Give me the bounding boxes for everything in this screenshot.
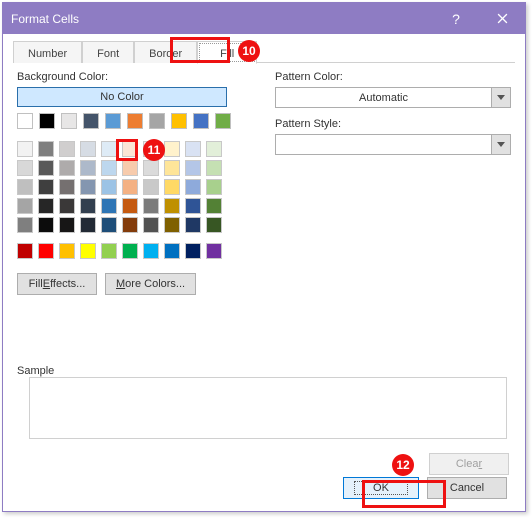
color-swatch[interactable] — [164, 198, 180, 214]
color-swatch[interactable] — [185, 217, 201, 233]
pattern-style-label: Pattern Style: — [275, 118, 511, 130]
titlebar: Format Cells ? — [3, 3, 525, 34]
color-swatch[interactable] — [164, 243, 180, 259]
color-swatch[interactable] — [206, 141, 222, 157]
color-swatch[interactable] — [206, 217, 222, 233]
color-swatch[interactable] — [80, 179, 96, 195]
color-swatch[interactable] — [122, 160, 138, 176]
color-swatch[interactable] — [122, 198, 138, 214]
dialog-title: Format Cells — [3, 12, 433, 26]
sample-preview — [29, 377, 507, 439]
color-swatch[interactable] — [80, 198, 96, 214]
color-swatch[interactable] — [101, 198, 117, 214]
cancel-button[interactable]: Cancel — [427, 477, 507, 499]
color-swatch[interactable] — [206, 243, 222, 259]
color-swatch[interactable] — [101, 179, 117, 195]
color-swatch[interactable] — [101, 243, 117, 259]
color-swatch[interactable] — [17, 179, 33, 195]
theme-color-grid — [17, 141, 227, 233]
color-swatch[interactable] — [122, 179, 138, 195]
no-color-button[interactable]: No Color — [17, 87, 227, 107]
sample-label: Sample — [17, 365, 54, 377]
color-swatch[interactable] — [80, 160, 96, 176]
tab-font[interactable]: Font — [82, 41, 134, 63]
color-swatch[interactable] — [185, 160, 201, 176]
color-swatch[interactable] — [149, 113, 165, 129]
color-swatch[interactable] — [17, 141, 33, 157]
color-swatch[interactable] — [101, 160, 117, 176]
color-swatch[interactable] — [38, 243, 54, 259]
pattern-style-combo[interactable] — [275, 134, 511, 155]
color-swatch[interactable] — [164, 141, 180, 157]
pattern-color-label: Pattern Color: — [275, 71, 511, 83]
tab-border[interactable]: Border — [134, 41, 197, 63]
color-swatch[interactable] — [206, 179, 222, 195]
pattern-style-dropdown[interactable] — [492, 134, 511, 155]
pattern-color-value: Automatic — [275, 87, 492, 108]
clear-button[interactable]: Clear — [429, 453, 509, 475]
ok-button[interactable]: OK — [343, 477, 419, 499]
color-swatch[interactable] — [39, 113, 55, 129]
color-swatch[interactable] — [164, 179, 180, 195]
color-swatch[interactable] — [143, 198, 159, 214]
color-swatch[interactable] — [185, 179, 201, 195]
color-swatch[interactable] — [122, 243, 138, 259]
color-swatch[interactable] — [185, 243, 201, 259]
tab-body-fill: Background Color: No Color Fill Effects.… — [3, 63, 525, 511]
color-swatch[interactable] — [127, 113, 143, 129]
close-button[interactable] — [479, 3, 525, 34]
color-swatch[interactable] — [206, 160, 222, 176]
color-swatch[interactable] — [61, 113, 77, 129]
color-swatch[interactable] — [80, 141, 96, 157]
help-button[interactable]: ? — [433, 3, 479, 34]
color-swatch[interactable] — [59, 160, 75, 176]
color-swatch[interactable] — [59, 217, 75, 233]
tab-number[interactable]: Number — [13, 41, 82, 63]
color-swatch[interactable] — [101, 217, 117, 233]
color-swatch[interactable] — [171, 113, 187, 129]
color-swatch[interactable] — [17, 113, 33, 129]
tab-fill[interactable]: Fill — [197, 41, 257, 64]
color-swatch[interactable] — [17, 243, 33, 259]
color-swatch[interactable] — [80, 217, 96, 233]
color-swatch[interactable] — [59, 198, 75, 214]
format-cells-dialog: Format Cells ? Number Font Border Fill B… — [2, 2, 526, 512]
color-swatch[interactable] — [59, 179, 75, 195]
color-swatch[interactable] — [80, 243, 96, 259]
color-swatch[interactable] — [38, 141, 54, 157]
color-swatch[interactable] — [17, 160, 33, 176]
color-swatch[interactable] — [38, 217, 54, 233]
pattern-style-value — [275, 134, 492, 155]
color-swatch[interactable] — [38, 179, 54, 195]
color-swatch[interactable] — [164, 217, 180, 233]
fill-effects-button[interactable]: Fill Effects... — [17, 273, 97, 295]
more-colors-button[interactable]: More Colors... — [105, 273, 196, 295]
color-swatch[interactable] — [105, 113, 121, 129]
color-swatch[interactable] — [206, 198, 222, 214]
color-swatch[interactable] — [83, 113, 99, 129]
pattern-color-dropdown[interactable] — [492, 87, 511, 108]
color-swatch[interactable] — [143, 243, 159, 259]
color-swatch[interactable] — [17, 198, 33, 214]
standard-color-row — [17, 243, 511, 259]
color-swatch[interactable] — [185, 198, 201, 214]
color-swatch[interactable] — [59, 141, 75, 157]
color-swatch[interactable] — [38, 198, 54, 214]
color-swatch[interactable] — [38, 160, 54, 176]
color-swatch[interactable] — [143, 217, 159, 233]
tab-bar: Number Font Border Fill — [13, 40, 515, 63]
color-swatch[interactable] — [143, 141, 159, 157]
pattern-color-combo[interactable]: Automatic — [275, 87, 511, 108]
color-swatch[interactable] — [143, 179, 159, 195]
color-swatch[interactable] — [164, 160, 180, 176]
color-swatch[interactable] — [215, 113, 231, 129]
color-swatch[interactable] — [193, 113, 209, 129]
color-swatch[interactable] — [59, 243, 75, 259]
color-swatch[interactable] — [185, 141, 201, 157]
color-swatch[interactable] — [17, 217, 33, 233]
color-swatch[interactable] — [122, 141, 138, 157]
color-swatch[interactable] — [122, 217, 138, 233]
color-swatch[interactable] — [101, 141, 117, 157]
color-swatch[interactable] — [143, 160, 159, 176]
